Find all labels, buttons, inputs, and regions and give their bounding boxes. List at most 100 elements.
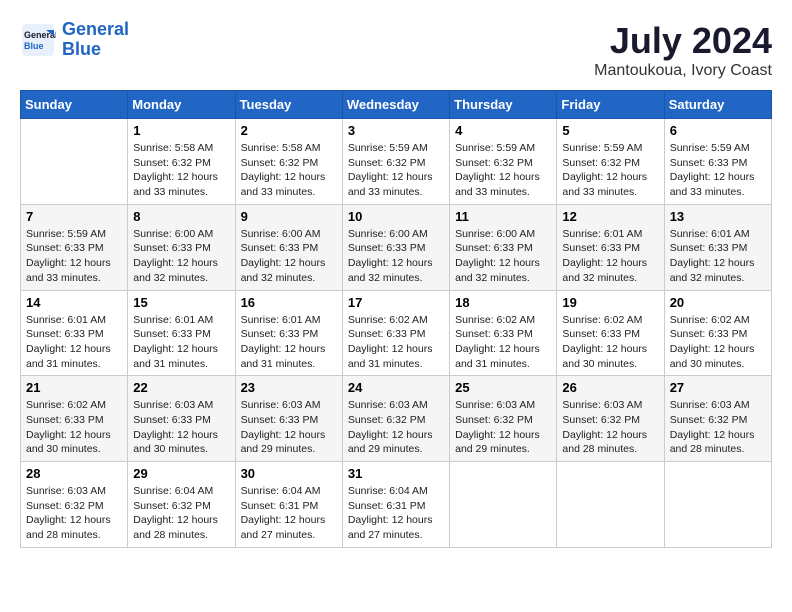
day-info: Sunrise: 5:59 AMSunset: 6:32 PMDaylight:… [562,141,658,200]
day-number: 24 [348,380,444,395]
day-number: 13 [670,209,766,224]
calendar-day-cell: 17 Sunrise: 6:02 AMSunset: 6:33 PMDayligh… [342,290,449,376]
calendar-day-cell: 11 Sunrise: 6:00 AMSunset: 6:33 PMDayligh… [450,204,557,290]
calendar-day-cell: 8 Sunrise: 6:00 AMSunset: 6:33 PMDaylight… [128,204,235,290]
day-number: 14 [26,295,122,310]
day-info: Sunrise: 5:59 AMSunset: 6:33 PMDaylight:… [670,141,766,200]
calendar-day-cell: 20Sunrise: 6:02 AMSunset: 6:33 PMDayligh… [664,290,771,376]
day-info: Sunrise: 6:01 AMSunset: 6:33 PMDaylight:… [133,313,229,372]
day-info: Sunrise: 6:00 AMSunset: 6:33 PMDaylight:… [133,227,229,286]
calendar-week-row: 7 Sunrise: 5:59 AMSunset: 6:33 PMDaylight… [21,204,772,290]
day-info: Sunrise: 5:58 AMSunset: 6:32 PMDaylight:… [133,141,229,200]
calendar-day-cell: 22 Sunrise: 6:03 AMSunset: 6:33 PMDayligh… [128,376,235,462]
day-number: 9 [241,209,337,224]
day-info: Sunrise: 5:58 AMSunset: 6:32 PMDaylight:… [241,141,337,200]
day-info: Sunrise: 6:03 AMSunset: 6:33 PMDaylight:… [133,398,229,457]
calendar-day-cell: 24 Sunrise: 6:03 AMSunset: 6:32 PMDayligh… [342,376,449,462]
day-info: Sunrise: 6:03 AMSunset: 6:32 PMDaylight:… [455,398,551,457]
calendar-week-row: 1Sunrise: 5:58 AMSunset: 6:32 PMDaylight… [21,119,772,205]
day-info: Sunrise: 6:03 AMSunset: 6:32 PMDaylight:… [348,398,444,457]
day-number: 12 [562,209,658,224]
calendar-day-cell: 26 Sunrise: 6:03 AMSunset: 6:32 PMDayligh… [557,376,664,462]
calendar-day-cell: 1Sunrise: 5:58 AMSunset: 6:32 PMDaylight… [128,119,235,205]
page-header: General Blue GeneralBlue July 2024 Manto… [20,20,772,80]
title-block: July 2024 Mantoukoua, Ivory Coast [594,20,772,80]
day-info: Sunrise: 6:02 AMSunset: 6:33 PMDaylight:… [26,398,122,457]
day-number: 22 [133,380,229,395]
calendar-day-cell: 23Sunrise: 6:03 AMSunset: 6:33 PMDayligh… [235,376,342,462]
calendar-day-cell: 10Sunrise: 6:00 AMSunset: 6:33 PMDayligh… [342,204,449,290]
day-info: Sunrise: 6:04 AMSunset: 6:32 PMDaylight:… [133,484,229,543]
calendar-day-cell [450,462,557,548]
weekday-header: Friday [557,91,664,119]
day-number: 15 [133,295,229,310]
day-number: 11 [455,209,551,224]
calendar-day-cell: 14Sunrise: 6:01 AMSunset: 6:33 PMDayligh… [21,290,128,376]
day-number: 30 [241,466,337,481]
calendar-day-cell: 19 Sunrise: 6:02 AMSunset: 6:33 PMDayligh… [557,290,664,376]
calendar-day-cell: 21 Sunrise: 6:02 AMSunset: 6:33 PMDayligh… [21,376,128,462]
day-number: 7 [26,209,122,224]
logo-text: GeneralBlue [62,20,129,60]
calendar-table: SundayMondayTuesdayWednesdayThursdayFrid… [20,90,772,548]
day-info: Sunrise: 6:01 AMSunset: 6:33 PMDaylight:… [670,227,766,286]
calendar-day-cell: 29Sunrise: 6:04 AMSunset: 6:32 PMDayligh… [128,462,235,548]
day-number: 2 [241,123,337,138]
day-info: Sunrise: 6:01 AMSunset: 6:33 PMDaylight:… [562,227,658,286]
day-info: Sunrise: 5:59 AMSunset: 6:33 PMDaylight:… [26,227,122,286]
calendar-week-row: 14 Sunrise: 6:01 AMSunset: 6:33 PMDayligh… [21,290,772,376]
day-info: Sunrise: 6:02 AMSunset: 6:33 PMDaylight:… [348,313,444,372]
day-number: 19 [562,295,658,310]
day-number: 16 [241,295,337,310]
day-number: 28 [26,466,122,481]
calendar-day-cell: 2 Sunrise: 5:58 AMSunset: 6:32 PMDaylight… [235,119,342,205]
day-info: Sunrise: 6:02 AMSunset: 6:33 PMDaylight:… [455,313,551,372]
weekday-header-row: SundayMondayTuesdayWednesdayThursdayFrid… [21,91,772,119]
calendar-day-cell: 27 Sunrise: 6:03 AMSunset: 6:32 PMDayligh… [664,376,771,462]
month-title: July 2024 [594,20,772,62]
weekday-header: Monday [128,91,235,119]
day-number: 20 [670,295,766,310]
weekday-header: Tuesday [235,91,342,119]
day-number: 4 [455,123,551,138]
day-info: Sunrise: 6:03 AMSunset: 6:32 PMDaylight:… [562,398,658,457]
day-info: Sunrise: 6:00 AMSunset: 6:33 PMDaylight:… [455,227,551,286]
day-number: 23 [241,380,337,395]
calendar-day-cell [557,462,664,548]
weekday-header: Sunday [21,91,128,119]
calendar-day-cell: 28Sunrise: 6:03 AMSunset: 6:32 PMDayligh… [21,462,128,548]
weekday-header: Thursday [450,91,557,119]
day-number: 8 [133,209,229,224]
day-number: 17 [348,295,444,310]
calendar-day-cell: 4 Sunrise: 5:59 AMSunset: 6:32 PMDaylight… [450,119,557,205]
calendar-day-cell: 15 Sunrise: 6:01 AMSunset: 6:33 PMDayligh… [128,290,235,376]
logo: General Blue GeneralBlue [20,20,129,60]
calendar-day-cell: 25 Sunrise: 6:03 AMSunset: 6:32 PMDayligh… [450,376,557,462]
day-info: Sunrise: 6:03 AMSunset: 6:32 PMDaylight:… [670,398,766,457]
day-number: 21 [26,380,122,395]
day-number: 27 [670,380,766,395]
calendar-day-cell [21,119,128,205]
calendar-week-row: 21 Sunrise: 6:02 AMSunset: 6:33 PMDayligh… [21,376,772,462]
calendar-day-cell: 7 Sunrise: 5:59 AMSunset: 6:33 PMDaylight… [21,204,128,290]
day-number: 26 [562,380,658,395]
calendar-day-cell: 6Sunrise: 5:59 AMSunset: 6:33 PMDaylight… [664,119,771,205]
day-number: 3 [348,123,444,138]
svg-text:Blue: Blue [24,41,44,51]
calendar-week-row: 28Sunrise: 6:03 AMSunset: 6:32 PMDayligh… [21,462,772,548]
calendar-day-cell: 16Sunrise: 6:01 AMSunset: 6:33 PMDayligh… [235,290,342,376]
calendar-day-cell: 9Sunrise: 6:00 AMSunset: 6:33 PMDaylight… [235,204,342,290]
day-info: Sunrise: 6:02 AMSunset: 6:33 PMDaylight:… [562,313,658,372]
day-number: 31 [348,466,444,481]
day-info: Sunrise: 5:59 AMSunset: 6:32 PMDaylight:… [348,141,444,200]
day-number: 25 [455,380,551,395]
day-number: 5 [562,123,658,138]
calendar-day-cell: 3 Sunrise: 5:59 AMSunset: 6:32 PMDaylight… [342,119,449,205]
calendar-day-cell [664,462,771,548]
weekday-header: Saturday [664,91,771,119]
calendar-day-cell: 18Sunrise: 6:02 AMSunset: 6:33 PMDayligh… [450,290,557,376]
day-info: Sunrise: 6:00 AMSunset: 6:33 PMDaylight:… [348,227,444,286]
day-info: Sunrise: 5:59 AMSunset: 6:32 PMDaylight:… [455,141,551,200]
calendar-day-cell: 13 Sunrise: 6:01 AMSunset: 6:33 PMDayligh… [664,204,771,290]
calendar-day-cell: 30Sunrise: 6:04 AMSunset: 6:31 PMDayligh… [235,462,342,548]
